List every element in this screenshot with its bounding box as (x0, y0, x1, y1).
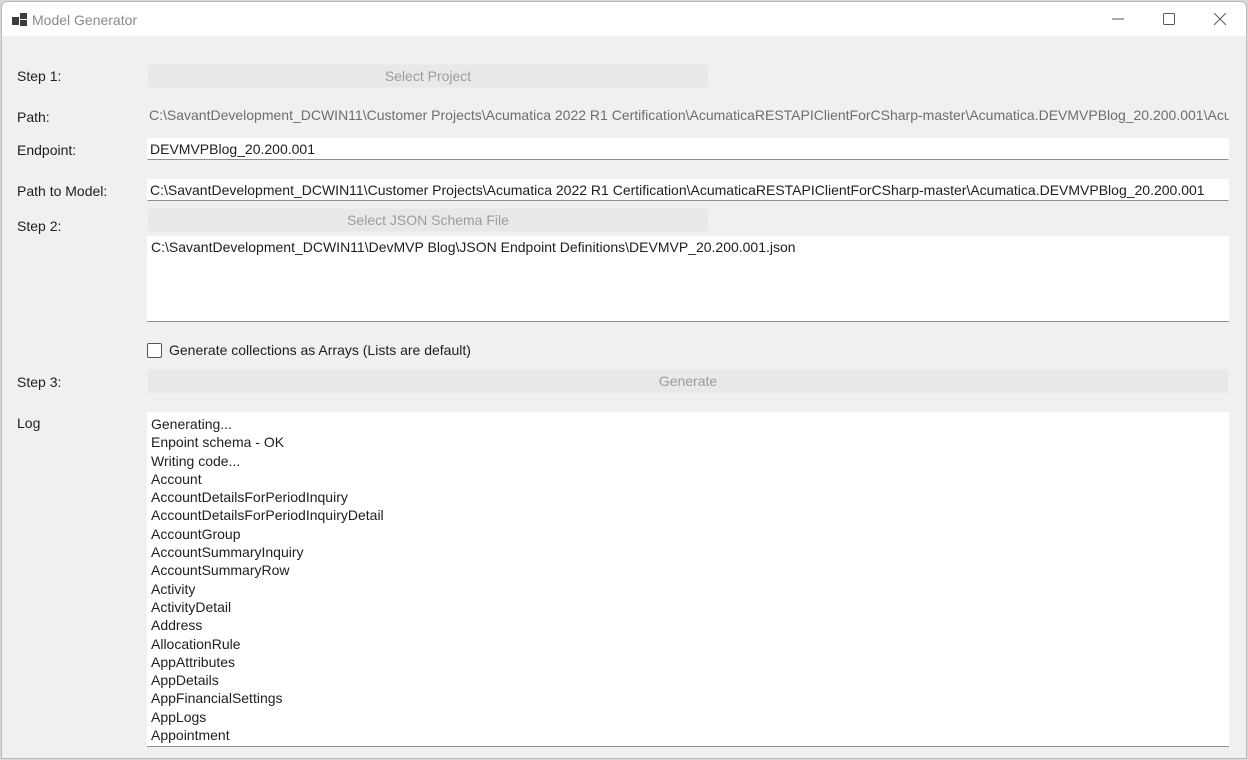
minimize-icon (1112, 18, 1124, 20)
log-line: AccountDetailsForPeriodInquiry (151, 489, 348, 506)
log-line: AppDetails (151, 672, 219, 689)
select-json-schema-button[interactable]: Select JSON Schema File (147, 208, 709, 232)
path-value: C:\SavantDevelopment_DCWIN11\Customer Pr… (149, 107, 1229, 123)
log-line: AccountDetailsForPeriodInquiryDetail (151, 507, 384, 524)
step2-label: Step 2: (17, 218, 62, 234)
maximize-button[interactable] (1143, 2, 1195, 36)
log-line: Address (151, 617, 203, 634)
log-line: AccountGroup (151, 525, 241, 542)
arrays-checkbox[interactable] (147, 342, 162, 358)
close-button[interactable] (1194, 2, 1246, 36)
path-to-model-label: Path to Model: (17, 183, 108, 199)
arrays-checkbox-label: Generate collections as Arrays (Lists ar… (169, 342, 471, 358)
log-label: Log (17, 415, 41, 431)
minimize-button[interactable] (1092, 2, 1144, 36)
log-line: Appointment (151, 727, 230, 744)
log-line: Generating... (151, 416, 232, 432)
path-label: Path: (17, 109, 50, 125)
log-line: AppLogs (151, 708, 207, 725)
log-output[interactable]: Generating... Enpoint schema - OK Writin… (147, 412, 1229, 747)
log-line: AllocationRule (151, 635, 241, 652)
log-line: Activity (151, 580, 196, 597)
select-project-button[interactable]: Select Project (147, 64, 709, 88)
maximize-icon (1163, 13, 1175, 25)
endpoint-label: Endpoint: (17, 142, 77, 158)
log-line: Enpoint schema - OK (151, 434, 285, 451)
close-icon (1214, 13, 1226, 25)
json-schema-file-field[interactable]: C:\SavantDevelopment_DCWIN11\DevMVP Blog… (147, 236, 1229, 322)
log-line: AppAttributes (151, 653, 236, 670)
window-title: Model Generator (32, 12, 138, 28)
arrays-option-row[interactable]: Generate collections as Arrays (Lists ar… (147, 342, 471, 358)
log-line: Account (151, 470, 202, 487)
step1-label: Step 1: (17, 68, 62, 84)
log-line: Writing code... (151, 452, 241, 469)
endpoint-input[interactable]: DEVMVPBlog_20.200.001 (147, 138, 1229, 160)
log-line: AccountSummaryInquiry (151, 544, 304, 561)
generate-button[interactable]: Generate (147, 369, 1229, 393)
step3-label: Step 3: (17, 374, 62, 390)
log-line: AppFinancialSettings (151, 690, 283, 707)
log-line: ActivityDetail (151, 598, 232, 615)
log-line: AccountSummaryRow (151, 562, 290, 579)
path-to-model-input[interactable]: C:\SavantDevelopment_DCWIN11\Customer Pr… (147, 179, 1229, 201)
app-icon (12, 12, 27, 26)
title-bar[interactable]: Model Generator (2, 2, 1246, 36)
model-generator-window: Model Generator Step 1: Select Project P… (1, 1, 1247, 759)
